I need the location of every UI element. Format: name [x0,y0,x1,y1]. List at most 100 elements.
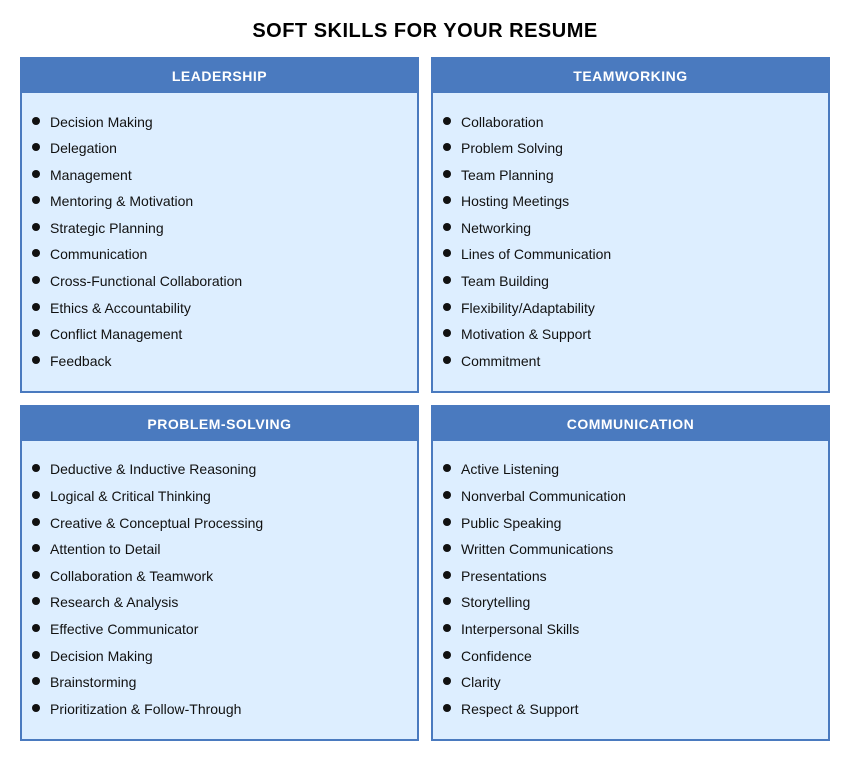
list-item: Interpersonal Skills [443,617,814,644]
list-item: Feedback [32,348,403,375]
list-item-text: Commitment [461,352,540,372]
bullet-icon [443,491,451,499]
list-item: Strategic Planning [32,215,403,242]
card-problem-solving: PROBLEM-SOLVINGDeductive & Inductive Rea… [20,405,419,741]
list-item-text: Nonverbal Communication [461,487,626,507]
header-leadership: LEADERSHIP [22,59,417,93]
list-item: Deductive & Inductive Reasoning [32,457,403,484]
list-item-text: Motivation & Support [461,325,591,345]
list-item-text: Delegation [50,139,117,159]
bullet-icon [32,677,40,685]
list-item: Lines of Communication [443,242,814,269]
bullet-icon [443,356,451,364]
bullet-icon [443,518,451,526]
list-item: Mentoring & Motivation [32,189,403,216]
bullet-icon [32,196,40,204]
card-communication: COMMUNICATIONActive ListeningNonverbal C… [431,405,830,741]
card-teamworking: TEAMWORKING Collaboration Problem Solving T… [431,57,830,393]
body-leadership: Decision Making Delegation Management Mento… [22,93,417,391]
list-item-text: Cross-Functional Collaboration [50,272,242,292]
bullet-icon [32,464,40,472]
list-item-text: Confidence [461,647,532,667]
list-item: Communication [32,242,403,269]
list-item-text: Presentations [461,567,547,587]
body-teamworking: Collaboration Problem Solving Team Plannin… [433,93,828,391]
list-teamworking: Collaboration Problem Solving Team Plannin… [443,109,814,375]
list-item-text: Storytelling [461,593,530,613]
bullet-icon [443,464,451,472]
list-item: Public Speaking [443,510,814,537]
bullet-icon [443,223,451,231]
bullet-icon [32,491,40,499]
list-item: Brainstorming [32,670,403,697]
bullet-icon [32,518,40,526]
list-item: Respect & Support [443,696,814,723]
list-item-text: Collaboration [461,113,544,133]
header-teamworking: TEAMWORKING [433,59,828,93]
body-communication: Active Listening Nonverbal Communication P… [433,441,828,739]
bullet-icon [443,276,451,284]
bullet-icon [32,571,40,579]
list-item-text: Feedback [50,352,111,372]
list-item: Team Planning [443,162,814,189]
bullet-icon [32,704,40,712]
list-item: Written Communications [443,537,814,564]
list-item: Attention to Detail [32,537,403,564]
bullet-icon [443,544,451,552]
list-item: Decision Making [32,643,403,670]
bullet-icon [443,143,451,151]
list-item: Research & Analysis [32,590,403,617]
list-item-text: Written Communications [461,540,613,560]
list-leadership: Decision Making Delegation Management Mento… [32,109,403,375]
bullet-icon [32,249,40,257]
list-item-text: Brainstorming [50,673,136,693]
list-item-text: Creative & Conceptual Processing [50,514,263,534]
bullet-icon [443,170,451,178]
list-item-text: Research & Analysis [50,593,178,613]
bullet-icon [443,571,451,579]
list-item: Delegation [32,136,403,163]
list-item-text: Management [50,166,132,186]
list-item-text: Public Speaking [461,514,561,534]
bullet-icon [32,143,40,151]
card-leadership: LEADERSHIP Decision Making Delegation Manag… [20,57,419,393]
list-item: Commitment [443,348,814,375]
bullet-icon [443,651,451,659]
list-item-text: Active Listening [461,460,559,480]
list-item: Logical & Critical Thinking [32,484,403,511]
bullet-icon [32,356,40,364]
list-item-text: Clarity [461,673,501,693]
list-item: Storytelling [443,590,814,617]
list-item-text: Problem Solving [461,139,563,159]
page-container: SOFT SKILLS FOR YOUR RESUME LEADERSHIP De… [20,20,830,741]
list-item: Clarity [443,670,814,697]
list-item-text: Logical & Critical Thinking [50,487,211,507]
list-item: Team Building [443,269,814,296]
list-item-text: Conflict Management [50,325,182,345]
bullet-icon [32,624,40,632]
bullet-icon [443,196,451,204]
bullet-icon [443,329,451,337]
list-item-text: Effective Communicator [50,620,198,640]
bullet-icon [32,170,40,178]
bullet-icon [443,303,451,311]
list-item-text: Attention to Detail [50,540,161,560]
list-item: Management [32,162,403,189]
header-problem-solving: PROBLEM-SOLVING [22,407,417,441]
bullet-icon [32,276,40,284]
body-problem-solving: Deductive & Inductive Reasoning Logical &… [22,441,417,739]
list-item-text: Respect & Support [461,700,579,720]
bullet-icon [32,303,40,311]
list-item: Networking [443,215,814,242]
list-item-text: Team Planning [461,166,554,186]
list-item-text: Hosting Meetings [461,192,569,212]
list-item: Flexibility/Adaptability [443,295,814,322]
list-item-text: Communication [50,245,147,265]
list-item-text: Decision Making [50,113,153,133]
list-item: Creative & Conceptual Processing [32,510,403,537]
list-item: Nonverbal Communication [443,484,814,511]
list-communication: Active Listening Nonverbal Communication P… [443,457,814,723]
page-title: SOFT SKILLS FOR YOUR RESUME [20,20,830,43]
list-item: Decision Making [32,109,403,136]
list-item-text: Prioritization & Follow-Through [50,700,241,720]
